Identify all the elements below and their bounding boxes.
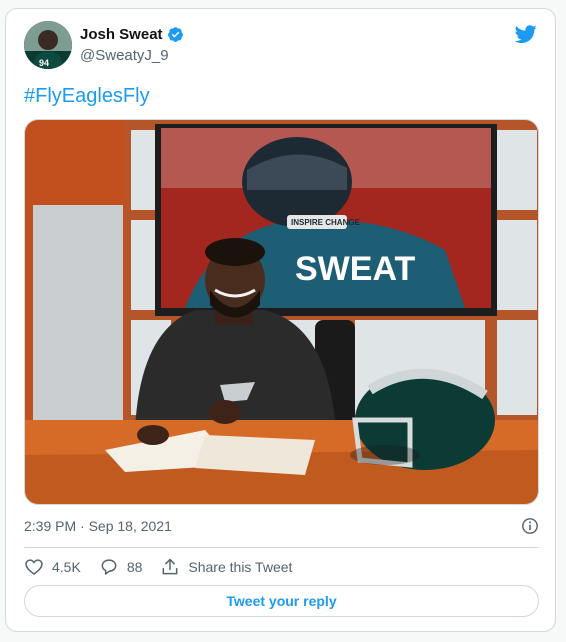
share-button[interactable]: Share this Tweet	[160, 557, 292, 577]
twitter-bird-icon[interactable]	[514, 23, 538, 45]
reply-count: 88	[126, 559, 143, 575]
tweet-timestamp[interactable]: 2:39 PM · Sep 18, 2021	[24, 518, 172, 534]
verified-badge-icon	[167, 27, 183, 42]
tweet-photo[interactable]: INSPIRE CHANGE SWEAT	[24, 119, 539, 505]
photo-contract-signing: INSPIRE CHANGE SWEAT	[25, 120, 538, 504]
like-count: 4.5K	[52, 559, 81, 575]
tweet-actions: 4.5K 88 Share this Tweet	[24, 555, 310, 579]
svg-text:94: 94	[39, 58, 49, 68]
share-label: Share this Tweet	[188, 559, 293, 575]
avatar[interactable]: 94	[24, 21, 72, 69]
speech-bubble-icon	[101, 559, 117, 575]
tweet-your-reply-button[interactable]: Tweet your reply	[24, 585, 539, 617]
user-display-name[interactable]: Josh Sweat	[80, 26, 163, 43]
tweet-card: 94 Josh Sweat @SweatyJ_9 #FlyEaglesFly I…	[5, 8, 556, 632]
tweet-hashtag-link[interactable]: #FlyEaglesFly	[24, 85, 150, 108]
user-handle[interactable]: @SweatyJ_9	[80, 47, 169, 64]
divider	[24, 547, 539, 548]
like-button[interactable]: 4.5K	[24, 557, 81, 577]
heart-icon	[25, 559, 43, 576]
helmet-band-text: INSPIRE CHANGE	[291, 218, 361, 227]
reply-count-button[interactable]: 88	[99, 557, 143, 577]
share-icon	[162, 558, 178, 575]
jersey-text: SWEAT	[295, 250, 415, 288]
info-icon[interactable]	[521, 517, 539, 535]
